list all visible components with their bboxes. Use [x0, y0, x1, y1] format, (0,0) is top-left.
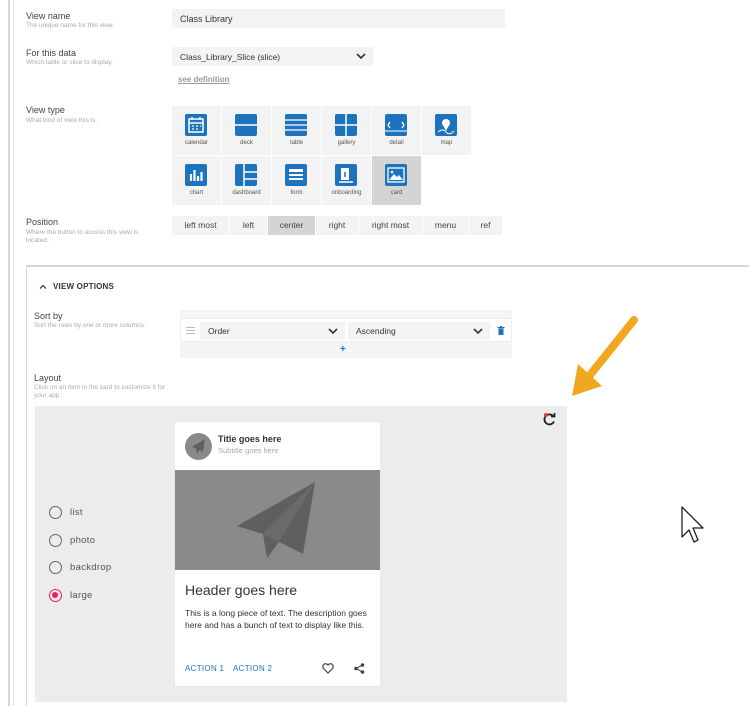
view-type-label: card [390, 190, 403, 196]
view-type-onboarding[interactable]: onboarding [322, 156, 371, 205]
chevron-up-icon[interactable] [38, 282, 48, 292]
onboarding-icon [335, 164, 357, 186]
view-type-label: gallery [337, 140, 356, 146]
card-description[interactable]: This is a long piece of text. The descri… [185, 608, 375, 631]
chart-icon [185, 164, 207, 186]
view-type-label: View type [26, 105, 65, 115]
sort-column-select[interactable]: Order [200, 322, 345, 340]
mouse-cursor-icon [681, 506, 704, 543]
sort-direction-select[interactable]: Ascending [348, 322, 490, 340]
avatar[interactable] [185, 433, 212, 460]
view-type-label: form [290, 190, 303, 196]
card-action-2[interactable]: ACTION 2 [233, 664, 272, 673]
annotation-arrow-icon [572, 316, 638, 396]
sort-direction-value: Ascending [356, 326, 396, 336]
view-type-label: table [289, 140, 303, 146]
share-icon[interactable] [354, 663, 365, 674]
chevron-down-icon [328, 328, 338, 335]
view-options-header[interactable]: VIEW OPTIONS [53, 282, 114, 291]
view-type-dashboard[interactable]: dashboard [222, 156, 271, 205]
view-type-label: calendar [184, 140, 208, 146]
dashboard-icon [235, 164, 257, 186]
layout-mode-backdrop-radio[interactable] [49, 561, 62, 574]
layout-mode-list-label[interactable]: list [70, 507, 83, 518]
left-border [8, 0, 10, 706]
drag-handle-icon[interactable] [186, 326, 195, 335]
view-name-label: View name [26, 11, 71, 21]
card-header[interactable]: Header goes here [185, 582, 297, 598]
layout-mode-photo-radio[interactable] [49, 534, 62, 547]
sort-row: Order Ascending [180, 318, 512, 342]
map-icon [435, 114, 457, 136]
position-left[interactable]: left [230, 216, 267, 235]
view-type-hint: What kind of view this is. [26, 117, 98, 124]
view-type-chart[interactable]: chart [172, 156, 221, 205]
section-divider [26, 265, 749, 267]
paper-plane-icon [192, 439, 205, 454]
layout-mode-large-radio[interactable] [49, 589, 62, 602]
view-type-deck[interactable]: deck [222, 106, 271, 155]
card-icon [385, 164, 407, 186]
view-type-label: map [440, 140, 453, 146]
view-type-label: deck [240, 140, 253, 146]
view-type-calendar[interactable]: calendar [172, 106, 221, 155]
sort-column-value: Order [208, 326, 230, 336]
detail-icon [385, 114, 407, 136]
card-image[interactable] [175, 470, 380, 570]
view-type-label: onboarding [331, 190, 362, 196]
view-type-form[interactable]: form [272, 156, 321, 205]
add-sort-button[interactable]: + [340, 344, 346, 355]
left-border-inner [13, 0, 14, 706]
for-data-select[interactable]: Class_Library_Slice (slice) [172, 47, 373, 66]
for-data-label: For this data [26, 48, 77, 58]
chevron-down-icon [473, 328, 483, 335]
position-right-most[interactable]: right most [359, 216, 422, 235]
deck-icon [235, 114, 257, 136]
layout-mode-large-label[interactable]: large [70, 590, 93, 601]
card-subtitle[interactable]: Subtitle goes here [218, 446, 278, 455]
layout-mode-backdrop-label[interactable]: backdrop [70, 562, 111, 573]
layout-hint: Click on an item in the card to customiz… [34, 384, 166, 399]
view-name-hint: The unique name for this view. [26, 22, 115, 29]
card-action-1[interactable]: ACTION 1 [185, 664, 224, 673]
position-center[interactable]: center [268, 216, 315, 235]
position-menu[interactable]: menu [423, 216, 468, 235]
gallery-icon [335, 114, 357, 136]
position-ref[interactable]: ref [469, 216, 502, 235]
for-data-hint: Which table or slice to display. [26, 59, 113, 66]
view-type-card[interactable]: card [372, 156, 421, 205]
view-type-table[interactable]: table [272, 106, 321, 155]
position-right[interactable]: right [316, 216, 358, 235]
position-hint: Where the button to access this view is … [26, 229, 139, 244]
sort-by-hint: Sort the rows by one or more columns. [34, 322, 146, 329]
view-name-input[interactable]: Class Library [172, 9, 505, 28]
position-label: Position [26, 217, 59, 227]
card-preview: Title goes here Subtitle goes here Heade… [175, 422, 380, 686]
view-type-gallery[interactable]: gallery [322, 106, 371, 155]
view-type-detail[interactable]: detail [372, 106, 421, 155]
layout-mode-list-radio[interactable] [49, 506, 62, 519]
layout-mode-photo-label[interactable]: photo [70, 535, 95, 546]
paper-plane-icon [237, 482, 315, 558]
see-definition-link[interactable]: see definition [178, 75, 230, 84]
card-title[interactable]: Title goes here [218, 434, 281, 444]
heart-icon[interactable] [322, 663, 334, 674]
table-icon [285, 114, 307, 136]
view-type-label: dashboard [232, 190, 261, 196]
panel-left-border [26, 265, 27, 706]
view-type-map[interactable]: map [422, 106, 471, 155]
form-icon [285, 164, 307, 186]
view-type-label: detail [389, 140, 404, 146]
view-type-label: chart [189, 190, 204, 196]
layout-label: Layout [34, 373, 62, 383]
chevron-down-icon [356, 53, 366, 60]
for-data-value: Class_Library_Slice (slice) [180, 52, 281, 62]
position-left-most[interactable]: left most [172, 216, 229, 235]
refresh-icon[interactable] [542, 412, 557, 427]
trash-icon[interactable] [497, 326, 505, 335]
sort-by-label: Sort by [34, 311, 63, 321]
calendar-icon [185, 114, 207, 136]
